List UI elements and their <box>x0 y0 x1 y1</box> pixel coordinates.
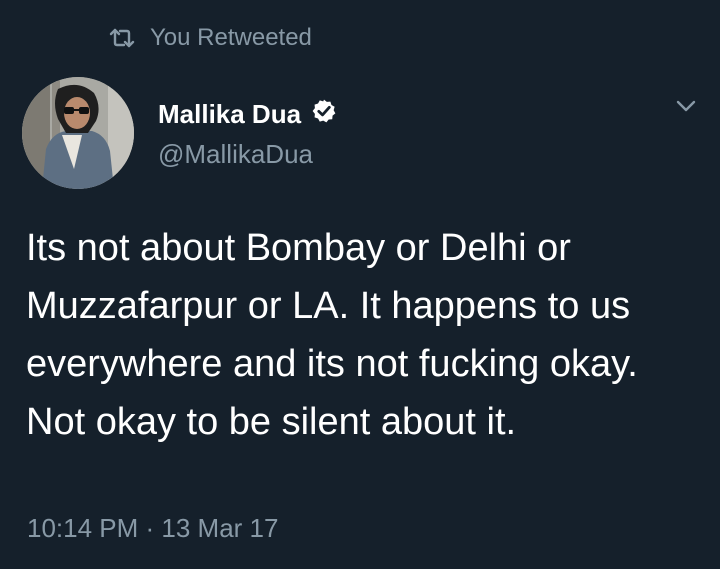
author-handle[interactable]: @MallikaDua <box>158 139 313 170</box>
avatar[interactable] <box>22 77 134 189</box>
tweet-text: Its not about Bombay or Delhi or Muzzafa… <box>26 227 638 443</box>
verified-badge-icon <box>311 98 337 131</box>
retweet-banner: You Retweeted <box>108 24 312 52</box>
author-name-row[interactable]: Mallika Dua <box>158 98 337 131</box>
retweet-icon <box>108 27 136 49</box>
author-display-name[interactable]: Mallika Dua <box>158 99 301 130</box>
retweet-label: You Retweeted <box>150 24 312 51</box>
tweet-timestamp[interactable]: 10:14 PM · 13 Mar 17 <box>27 513 278 544</box>
chevron-down-icon[interactable] <box>674 96 698 116</box>
